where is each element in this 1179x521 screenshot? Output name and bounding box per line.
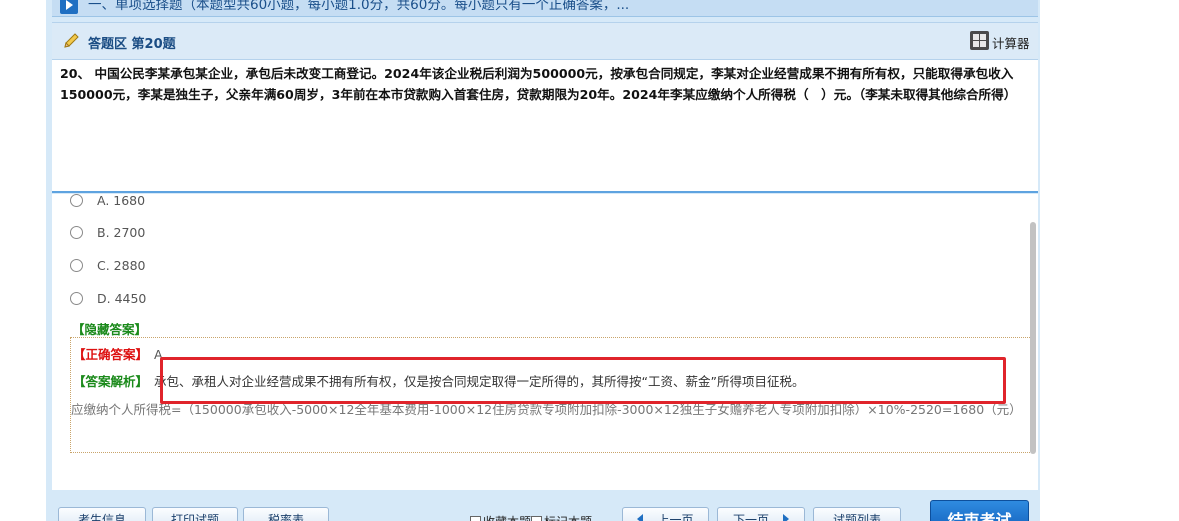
question-panel: 20、 中国公民李某承包某企业，承包后未改变工商登记。2024年该企业税后利润为… — [52, 60, 1038, 193]
option-label: C. 2880 — [97, 257, 146, 273]
print-question-button[interactable]: 打印试题 — [152, 507, 238, 521]
analysis-label: 【答案解析】 — [73, 374, 149, 389]
radio-button[interactable] — [70, 291, 83, 305]
checkbox[interactable] — [470, 516, 481, 521]
tax-table-button[interactable]: 税率表 — [243, 507, 329, 521]
pencil-icon — [64, 33, 79, 48]
left-margin — [0, 0, 46, 521]
correct-answer-row: 【正确答案】 A — [73, 344, 163, 363]
checkbox[interactable] — [531, 516, 542, 521]
option-d[interactable]: D. 4450 — [70, 289, 146, 307]
arrow-right-icon — [783, 514, 789, 521]
calculator-button[interactable]: 计算器 — [992, 33, 1030, 52]
option-c[interactable]: C. 2880 — [70, 256, 146, 274]
radio-button[interactable] — [70, 225, 83, 239]
end-exam-button[interactable]: 结束考试 — [930, 500, 1029, 521]
next-label: 下一页 — [732, 513, 769, 521]
next-page-button[interactable]: 下一页 — [717, 507, 805, 521]
radio-button[interactable] — [70, 258, 83, 272]
answer-area-header: 答题区 第20题 计算器 — [52, 22, 1038, 60]
options-panel: A. 1680 B. 2700 C. 2880 D. 4450 【隐藏答案】 【… — [52, 194, 1038, 490]
section-header: 一、单项选择题（本题型共60小题，每小题1.0分，共60分。每小题只有一个正确答… — [52, 0, 1038, 17]
option-label: D. 4450 — [97, 290, 147, 306]
radio-button[interactable] — [70, 194, 83, 207]
correct-answer-label: 【正确答案】 — [73, 347, 149, 362]
arrow-left-icon — [637, 514, 644, 521]
option-b[interactable]: B. 2700 — [70, 223, 145, 241]
question-list-button[interactable]: 试题列表 — [813, 507, 901, 521]
option-label: B. 2700 — [97, 224, 146, 240]
candidate-info-button[interactable]: 考生信息 — [58, 507, 146, 521]
answer-area-title: 答题区 第20题 — [88, 37, 176, 52]
mark-label: 标记本题 — [544, 513, 592, 521]
mark-checkbox[interactable]: 标记本题 — [531, 513, 592, 521]
calculator-icon[interactable] — [970, 31, 989, 50]
prev-page-button[interactable]: 上一页 — [622, 507, 709, 521]
favorite-label: 收藏本题 — [483, 513, 531, 521]
prev-label: 上一页 — [657, 513, 694, 521]
right-margin — [1040, 0, 1179, 521]
favorite-checkbox[interactable]: 收藏本题 — [470, 513, 531, 521]
highlight-box — [160, 357, 1006, 404]
option-label: A. 1680 — [97, 194, 146, 208]
section-title: 一、单项选择题（本题型共60小题，每小题1.0分，共60分。每小题只有一个正确答… — [88, 0, 630, 13]
scrollbar[interactable] — [1030, 222, 1036, 454]
question-text: 20、 中国公民李某承包某企业，承包后未改变工商登记。2024年该企业税后利润为… — [60, 66, 1017, 102]
option-a[interactable]: A. 1680 — [70, 194, 145, 209]
hide-answer-link[interactable]: 【隐藏答案】 — [72, 319, 147, 338]
play-icon — [60, 0, 78, 14]
